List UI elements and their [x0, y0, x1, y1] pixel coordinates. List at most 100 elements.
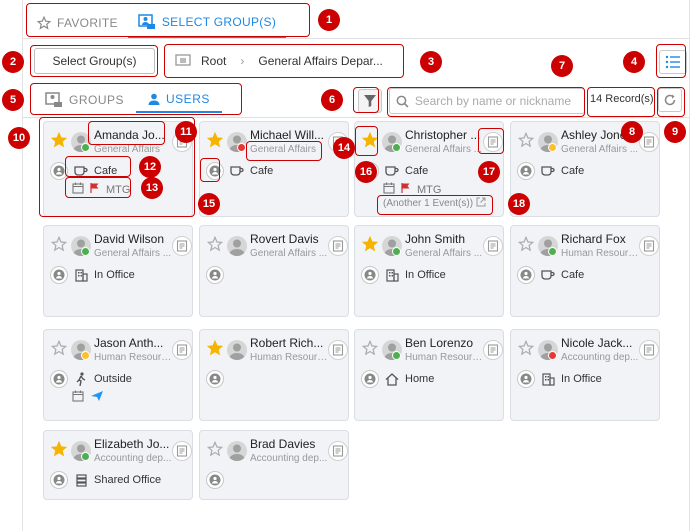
favorite-star-icon[interactable]	[517, 131, 535, 151]
location-row: Shared Office	[50, 471, 161, 489]
user-name[interactable]: Elizabeth Jo...	[94, 437, 172, 451]
annotation-box	[30, 45, 158, 77]
user-department: Human Resourc...	[405, 352, 483, 363]
annotation-box	[164, 44, 404, 78]
user-info-icon[interactable]	[361, 370, 379, 388]
annotation-box	[65, 156, 131, 177]
user-name[interactable]: Rovert Davis	[250, 232, 328, 246]
location-status: In Office	[561, 373, 602, 385]
favorite-star-icon[interactable]	[206, 339, 224, 359]
annotation-marker: 9	[664, 121, 686, 143]
annotation-marker: 6	[321, 89, 343, 111]
user-name[interactable]: Christopher ...	[405, 128, 483, 142]
favorite-star-icon[interactable]	[50, 440, 68, 460]
user-name[interactable]: David Wilson	[94, 232, 172, 246]
user-card[interactable]: Elizabeth Jo... Accounting dep... Shared O…	[43, 430, 193, 500]
message-icon[interactable]	[172, 236, 192, 256]
annotation-marker: 3	[420, 51, 442, 73]
annotation-box	[377, 195, 493, 215]
user-card[interactable]: Rovert Davis General Affairs ...	[199, 225, 349, 317]
user-info-icon[interactable]	[517, 370, 535, 388]
user-department: Human Resourc...	[94, 352, 172, 363]
favorite-star-icon[interactable]	[517, 235, 535, 255]
favorite-star-icon[interactable]	[361, 235, 379, 255]
presence-status-dot	[81, 351, 90, 360]
user-info-icon[interactable]	[517, 266, 535, 284]
user-info-icon[interactable]	[517, 162, 535, 180]
location-status: Cafe	[405, 165, 429, 177]
user-info-icon[interactable]	[206, 370, 224, 388]
annotation-box	[30, 83, 242, 115]
annotation-box	[387, 87, 585, 117]
location-row: In Office	[361, 266, 446, 284]
user-name[interactable]: Ben Lorenzo	[405, 336, 483, 350]
message-icon[interactable]	[172, 441, 192, 461]
event-name[interactable]: MTG	[417, 184, 441, 196]
favorite-star-icon[interactable]	[206, 131, 224, 151]
user-info-icon[interactable]	[206, 471, 224, 489]
favorite-star-icon[interactable]	[206, 235, 224, 255]
user-name[interactable]: Brad Davies	[250, 437, 328, 451]
avatar	[227, 441, 247, 461]
calendar-icon	[72, 390, 84, 405]
user-info-icon[interactable]	[206, 266, 224, 284]
user-card[interactable]: Ben Lorenzo Human Resourc... Home	[354, 329, 504, 421]
favorite-star-icon[interactable]	[50, 235, 68, 255]
presence-status-dot	[548, 143, 557, 152]
location-row	[206, 266, 230, 284]
user-department: Accounting dep...	[250, 453, 328, 464]
favorite-star-icon[interactable]	[517, 339, 535, 359]
message-icon[interactable]	[483, 236, 503, 256]
message-icon[interactable]	[483, 340, 503, 360]
user-department: General Affairs ...	[405, 144, 483, 155]
user-name[interactable]: Richard Fox	[561, 232, 639, 246]
user-card[interactable]: Jason Anth... Human Resourc... Outside	[43, 329, 193, 421]
location-row: Outside	[50, 370, 132, 388]
user-department: Human Resourc...	[250, 352, 328, 363]
annotation-marker: 18	[508, 193, 530, 215]
annotation-box	[353, 87, 379, 113]
favorite-star-icon[interactable]	[206, 440, 224, 460]
user-info-icon[interactable]	[50, 370, 68, 388]
annotation-marker: 7	[551, 55, 573, 77]
user-department: General Affairs ...	[94, 248, 172, 259]
user-info-icon[interactable]	[50, 266, 68, 284]
annotation-box	[656, 44, 686, 78]
user-card[interactable]: David Wilson General Affairs ... In Office	[43, 225, 193, 317]
presence-status-dot	[237, 143, 246, 152]
user-info-icon[interactable]	[361, 266, 379, 284]
annotation-marker: 16	[355, 161, 377, 183]
user-card[interactable]: Michael Will... General Affairs Cafe	[199, 121, 349, 217]
user-card[interactable]: John Smith General Affairs ... In Office	[354, 225, 504, 317]
presence-status-dot	[392, 143, 401, 152]
location-status: Outside	[94, 373, 132, 385]
user-card[interactable]: Richard Fox Human Resourc... Cafe	[510, 225, 660, 317]
user-name[interactable]: Michael Will...	[250, 128, 328, 142]
user-name[interactable]: Robert Rich...	[250, 336, 328, 350]
message-icon[interactable]	[328, 236, 348, 256]
message-icon[interactable]	[639, 236, 659, 256]
user-card[interactable]: Brad Davies Accounting dep...	[199, 430, 349, 500]
user-card[interactable]: Nicole Jack... Accounting dep... In Office	[510, 329, 660, 421]
shared-office-icon	[74, 473, 88, 487]
avatar	[227, 236, 247, 256]
location-status: In Office	[94, 269, 135, 281]
user-info-icon[interactable]	[50, 471, 68, 489]
favorite-star-icon[interactable]	[50, 339, 68, 359]
office-building-icon	[385, 268, 399, 282]
user-name[interactable]: Nicole Jack...	[561, 336, 639, 350]
annotation-marker: 17	[478, 161, 500, 183]
user-card[interactable]: Robert Rich... Human Resourc...	[199, 329, 349, 421]
annotation-box	[65, 177, 131, 198]
message-icon[interactable]	[328, 441, 348, 461]
office-building-icon	[541, 372, 555, 386]
message-icon[interactable]	[172, 340, 192, 360]
user-name[interactable]: Jason Anth...	[94, 336, 172, 350]
walking-icon	[74, 372, 88, 386]
annotation-box	[355, 126, 378, 156]
user-name[interactable]: John Smith	[405, 232, 483, 246]
message-icon[interactable]	[328, 340, 348, 360]
user-department: Accounting dep...	[94, 453, 172, 464]
message-icon[interactable]	[639, 340, 659, 360]
favorite-star-icon[interactable]	[361, 339, 379, 359]
